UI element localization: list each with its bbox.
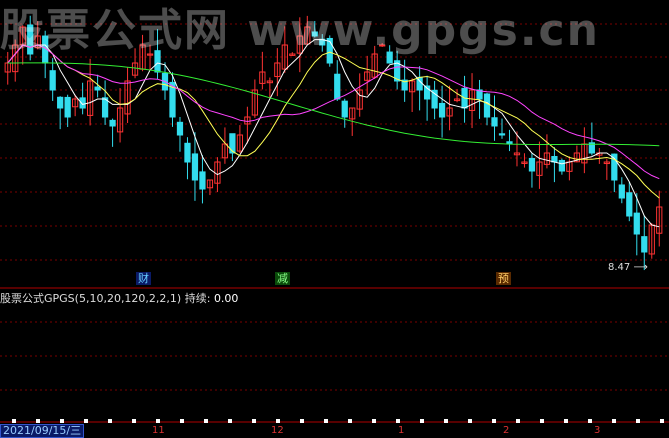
axis-tick: [180, 419, 184, 423]
indicator-line: 股票公式GPGS(5,10,20,120,2,2,1) 持续: 0.00: [0, 290, 238, 306]
axis-tick: [492, 419, 496, 423]
axis-tick: [444, 419, 448, 423]
axis-tick: [156, 419, 160, 423]
arrow-right-icon: ⟶: [633, 262, 648, 273]
axis-tick: [132, 419, 136, 423]
hold-label: 持续:: [184, 292, 211, 305]
event-tag-forecast[interactable]: 预: [496, 272, 511, 285]
axis-tick: [324, 419, 328, 423]
candle-body: [57, 96, 64, 109]
candle-body: [633, 212, 640, 235]
axis-tick: [468, 419, 472, 423]
month-tick: 12: [271, 425, 284, 436]
candle-body: [199, 171, 206, 190]
candle-body: [626, 192, 633, 217]
candle-body: [64, 96, 71, 118]
axis-tick: [660, 419, 664, 423]
candle-body: [49, 70, 56, 91]
axis-tick: [564, 419, 568, 423]
candle-body: [176, 121, 184, 136]
candle-body: [483, 93, 491, 118]
ma5-line: [7, 39, 660, 228]
month-tick: 1: [398, 425, 405, 436]
axis-tick: [516, 419, 520, 423]
axis-tick: [60, 419, 64, 423]
event-tag-finance[interactable]: 财: [136, 272, 151, 285]
candle-body: [94, 86, 101, 91]
month-tick: 2: [503, 425, 510, 436]
indicator-label: 股票公式GPGS(5,10,20,120,2,2,1): [0, 292, 182, 305]
axis-tick: [588, 419, 592, 423]
axis-tick: [108, 419, 112, 423]
date-label: 2021/09/15/三: [0, 424, 85, 438]
candle-body: [438, 102, 446, 118]
month-tick: 11: [152, 425, 165, 436]
price-chart[interactable]: [0, 0, 669, 437]
candle-body: [491, 117, 498, 127]
axis-tick: [228, 419, 232, 423]
axis-tick: [84, 419, 88, 423]
candle-body: [229, 133, 236, 154]
candle-body: [528, 157, 536, 172]
candle-body: [618, 184, 625, 199]
axis-tick: [540, 419, 544, 423]
candle-body: [431, 89, 438, 109]
candle-body: [109, 119, 116, 127]
candle-body: [558, 159, 566, 172]
candle-body: [334, 73, 341, 100]
axis-tick: [12, 419, 16, 423]
low-price-label: 8.47 ⟶: [608, 262, 648, 273]
candle-body: [641, 236, 648, 253]
candle-body: [341, 100, 348, 118]
axis-tick: [420, 419, 424, 423]
candle-body: [184, 142, 191, 163]
hold-value: 0.00: [213, 292, 239, 305]
axis-tick: [36, 419, 40, 423]
axis-tick: [372, 419, 376, 423]
axis-tick: [204, 419, 208, 423]
event-tag-reduce[interactable]: 减: [275, 272, 290, 285]
month-tick: 3: [594, 425, 601, 436]
axis-tick: [348, 419, 352, 423]
axis-tick: [276, 419, 280, 423]
candle-body: [191, 153, 199, 181]
watermark: 股票公式网 www.gpgs.cn: [0, 5, 600, 56]
axis-tick: [396, 419, 400, 423]
axis-tick: [612, 419, 616, 423]
axis-tick: [300, 419, 304, 423]
candle-body: [498, 133, 506, 136]
axis-tick: [252, 419, 256, 423]
axis-tick: [636, 419, 640, 423]
